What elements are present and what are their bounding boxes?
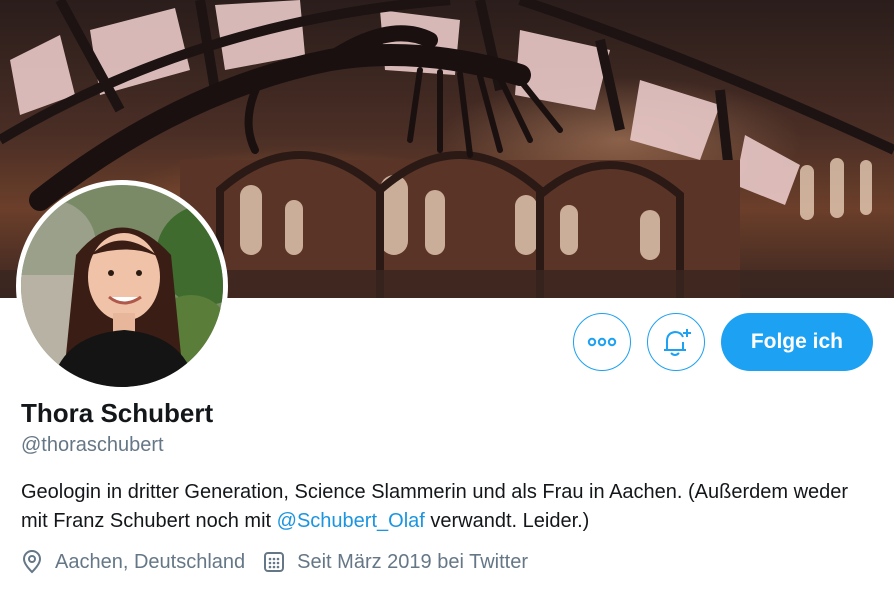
more-button[interactable] bbox=[572, 313, 631, 371]
profile-handle[interactable]: @thoraschubert bbox=[21, 434, 164, 457]
location-text: Aachen, Deutschland bbox=[55, 550, 246, 573]
location-pin-icon bbox=[22, 550, 42, 574]
more-horizontal-icon bbox=[587, 337, 617, 347]
avatar[interactable] bbox=[16, 180, 228, 392]
profile-actions: Folge ich bbox=[572, 313, 873, 371]
profile-bio: Geologin in dritter Generation, Science … bbox=[21, 478, 871, 536]
profile-name: Thora Schubert bbox=[21, 398, 214, 428]
bio-text-end: verwandt. Leider.) bbox=[424, 510, 590, 532]
bio-mention-link[interactable]: @Schubert_Olaf bbox=[277, 510, 425, 532]
bell-plus-icon bbox=[663, 329, 691, 356]
calendar-icon bbox=[264, 552, 285, 572]
profile-joined: Seit März 2019 bei Twitter bbox=[263, 551, 528, 574]
following-button[interactable]: Folge ich bbox=[720, 313, 873, 371]
avatar-image bbox=[21, 185, 223, 387]
profile-meta: Aachen, Deutschland Seit März 2019 bei T… bbox=[21, 550, 546, 574]
notifications-button[interactable] bbox=[646, 313, 705, 371]
profile-location: Aachen, Deutschland bbox=[21, 550, 245, 574]
joined-text: Seit März 2019 bei Twitter bbox=[297, 550, 528, 573]
